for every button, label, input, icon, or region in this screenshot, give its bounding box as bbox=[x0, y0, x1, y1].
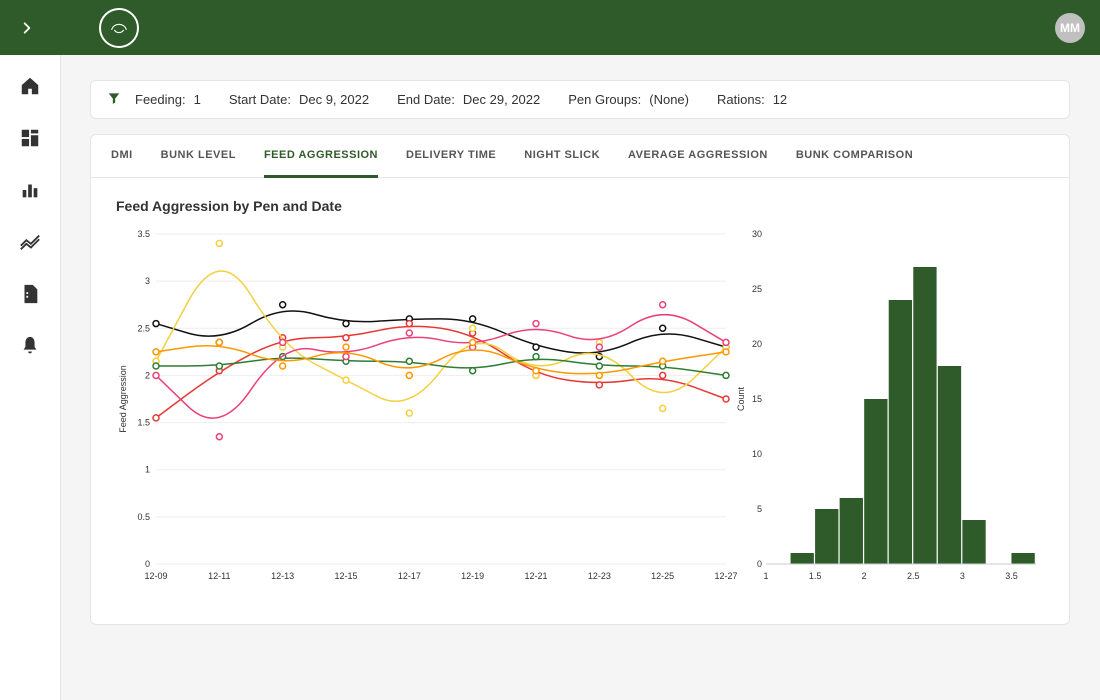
svg-text:0: 0 bbox=[145, 559, 150, 569]
funnel-icon bbox=[107, 91, 121, 105]
svg-text:12-15: 12-15 bbox=[334, 571, 357, 581]
svg-text:12-27: 12-27 bbox=[714, 571, 737, 581]
user-avatar[interactable]: MM bbox=[1055, 13, 1085, 43]
tab-bunk-comparison[interactable]: BUNK COMPARISON bbox=[796, 135, 913, 177]
end-date-value: Dec 29, 2022 bbox=[463, 92, 540, 107]
feeding-label: Feeding: bbox=[135, 92, 186, 107]
tab-night-slick[interactable]: NIGHT SLICK bbox=[524, 135, 600, 177]
sidebar-item-dashboard[interactable] bbox=[19, 127, 41, 149]
svg-text:5: 5 bbox=[757, 504, 762, 514]
svg-text:12-25: 12-25 bbox=[651, 571, 674, 581]
tab-dmi[interactable]: DMI bbox=[111, 135, 133, 177]
chart-title: Feed Aggression by Pen and Date bbox=[116, 198, 1044, 214]
svg-text:12-17: 12-17 bbox=[398, 571, 421, 581]
document-icon bbox=[19, 283, 41, 305]
svg-text:3: 3 bbox=[960, 571, 965, 581]
svg-text:3.5: 3.5 bbox=[137, 229, 150, 239]
logo-icon bbox=[108, 17, 130, 39]
sidebar-item-trends[interactable] bbox=[19, 231, 41, 253]
svg-text:12-13: 12-13 bbox=[271, 571, 294, 581]
svg-text:1.5: 1.5 bbox=[137, 418, 150, 428]
svg-text:3.5: 3.5 bbox=[1005, 571, 1018, 581]
end-date-label: End Date: bbox=[397, 92, 455, 107]
bar-chart-icon bbox=[19, 179, 41, 201]
feeding-value: 1 bbox=[194, 92, 201, 107]
sidebar-toggle[interactable] bbox=[15, 16, 39, 40]
svg-text:20: 20 bbox=[752, 339, 762, 349]
histogram-chart: 0 5 10 15 20 25 30 1 1.5 2 2.5 3 3.5 Count bbox=[736, 224, 1046, 604]
svg-text:2.5: 2.5 bbox=[137, 323, 150, 333]
filter-bar: Feeding: 1 Start Date: Dec 9, 2022 End D… bbox=[90, 80, 1070, 119]
svg-text:1: 1 bbox=[145, 465, 150, 475]
sidebar-item-home[interactable] bbox=[19, 75, 41, 97]
topbar-left bbox=[15, 8, 139, 48]
home-icon bbox=[19, 75, 41, 97]
svg-text:15: 15 bbox=[752, 394, 762, 404]
main-content: Feeding: 1 Start Date: Dec 9, 2022 End D… bbox=[60, 55, 1100, 700]
bell-icon bbox=[19, 335, 41, 357]
svg-text:Count: Count bbox=[736, 387, 746, 412]
svg-text:10: 10 bbox=[752, 449, 762, 459]
svg-text:3: 3 bbox=[145, 276, 150, 286]
svg-text:25: 25 bbox=[752, 284, 762, 294]
svg-text:1.5: 1.5 bbox=[809, 571, 822, 581]
svg-text:Feed Aggression: Feed Aggression bbox=[118, 365, 128, 433]
rations-label: Rations: bbox=[717, 92, 765, 107]
filter-icon[interactable] bbox=[107, 91, 121, 108]
rations-value: 12 bbox=[773, 92, 787, 107]
svg-text:0.5: 0.5 bbox=[137, 512, 150, 522]
sidebar bbox=[0, 55, 61, 700]
svg-text:2: 2 bbox=[862, 571, 867, 581]
svg-text:30: 30 bbox=[752, 229, 762, 239]
chart-area: Feed Aggression by Pen and Date 0 0.5 1 1.5… bbox=[91, 178, 1069, 624]
chevron-right-icon bbox=[20, 21, 34, 35]
svg-text:0: 0 bbox=[757, 559, 762, 569]
pen-groups-label: Pen Groups: bbox=[568, 92, 641, 107]
svg-text:12-19: 12-19 bbox=[461, 571, 484, 581]
svg-text:12-23: 12-23 bbox=[588, 571, 611, 581]
dashboard-icon bbox=[19, 127, 41, 149]
start-date-label: Start Date: bbox=[229, 92, 291, 107]
pen-groups-value: (None) bbox=[649, 92, 689, 107]
charts-row: 0 0.5 1 1.5 2 2.5 3 3.5 12-09 12-11 12-13 12-15 12-1… bbox=[116, 224, 1044, 604]
tab-bar: DMI BUNK LEVEL FEED AGGRESSION DELIVERY TIM… bbox=[91, 135, 1069, 178]
svg-text:12-11: 12-11 bbox=[208, 571, 230, 581]
trend-icon bbox=[19, 231, 41, 253]
line-chart: 0 0.5 1 1.5 2 2.5 3 3.5 12-09 12-11 12-13 12-15 12-1… bbox=[116, 224, 736, 604]
sidebar-item-charts[interactable] bbox=[19, 179, 41, 201]
tab-average-aggression[interactable]: AVERAGE AGGRESSION bbox=[628, 135, 768, 177]
app-logo[interactable] bbox=[99, 8, 139, 48]
svg-text:12-21: 12-21 bbox=[524, 571, 547, 581]
chart-card: DMI BUNK LEVEL FEED AGGRESSION DELIVERY TIM… bbox=[90, 134, 1070, 625]
svg-text:2.5: 2.5 bbox=[907, 571, 920, 581]
svg-text:12-09: 12-09 bbox=[144, 571, 167, 581]
tab-delivery-time[interactable]: DELIVERY TIME bbox=[406, 135, 496, 177]
sidebar-item-alerts[interactable] bbox=[19, 335, 41, 357]
tab-bunk-level[interactable]: BUNK LEVEL bbox=[161, 135, 236, 177]
tab-feed-aggression[interactable]: FEED AGGRESSION bbox=[264, 135, 378, 178]
sidebar-item-reports[interactable] bbox=[19, 283, 41, 305]
top-bar: MM bbox=[0, 0, 1100, 55]
svg-text:2: 2 bbox=[145, 370, 150, 380]
start-date-value: Dec 9, 2022 bbox=[299, 92, 369, 107]
svg-text:1: 1 bbox=[763, 571, 768, 581]
